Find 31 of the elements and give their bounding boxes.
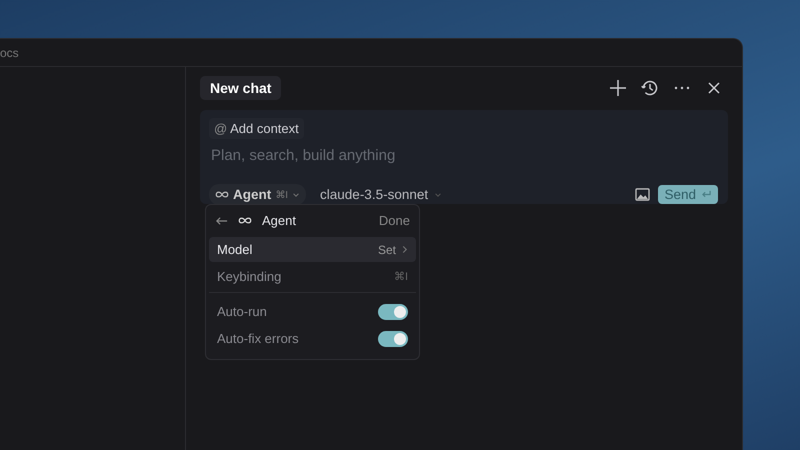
agent-mode-button[interactable]: Agent ⌘I	[209, 184, 306, 205]
chevron-down-icon	[434, 190, 442, 198]
model-dropdown[interactable]: claude-3.5-sonnet	[314, 186, 448, 203]
plus-icon[interactable]	[608, 78, 628, 98]
toggle-switch[interactable]	[378, 330, 408, 346]
back-arrow-icon[interactable]	[215, 216, 228, 226]
menu-item-label: Keybinding	[217, 269, 282, 284]
toggle-switch[interactable]	[378, 304, 408, 320]
menu-title: Agent	[262, 213, 296, 228]
return-key-icon	[701, 190, 712, 199]
menu-item-label: Model	[217, 242, 252, 257]
infinity-icon	[238, 216, 252, 225]
menu-item[interactable]: Auto-run	[209, 299, 416, 324]
menu-item-value: Set	[378, 242, 396, 256]
image-icon[interactable]	[635, 188, 650, 201]
menu-item[interactable]: Auto-fix errors	[209, 326, 416, 351]
chevron-right-icon	[401, 245, 408, 254]
done-button[interactable]: Done	[378, 213, 410, 228]
add-context-button[interactable]: @ Add context	[209, 118, 304, 139]
menu-item-label: Auto-run	[217, 304, 267, 319]
send-button[interactable]: Send	[658, 185, 718, 204]
history-icon[interactable]	[640, 78, 660, 98]
chevron-down-icon	[292, 190, 300, 198]
infinity-icon	[215, 190, 229, 199]
prompt-input[interactable]: Plan, search, build anything	[209, 147, 718, 164]
shortcut-label: ⌘I	[394, 270, 408, 283]
menu-item-label: Auto-fix errors	[217, 331, 299, 346]
editor-tab[interactable]: ocs	[0, 46, 19, 60]
chat-tab[interactable]: New chat	[200, 76, 282, 100]
menu-item[interactable]: Keybinding ⌘I	[209, 264, 416, 289]
menu-item[interactable]: Model Set	[209, 237, 416, 262]
